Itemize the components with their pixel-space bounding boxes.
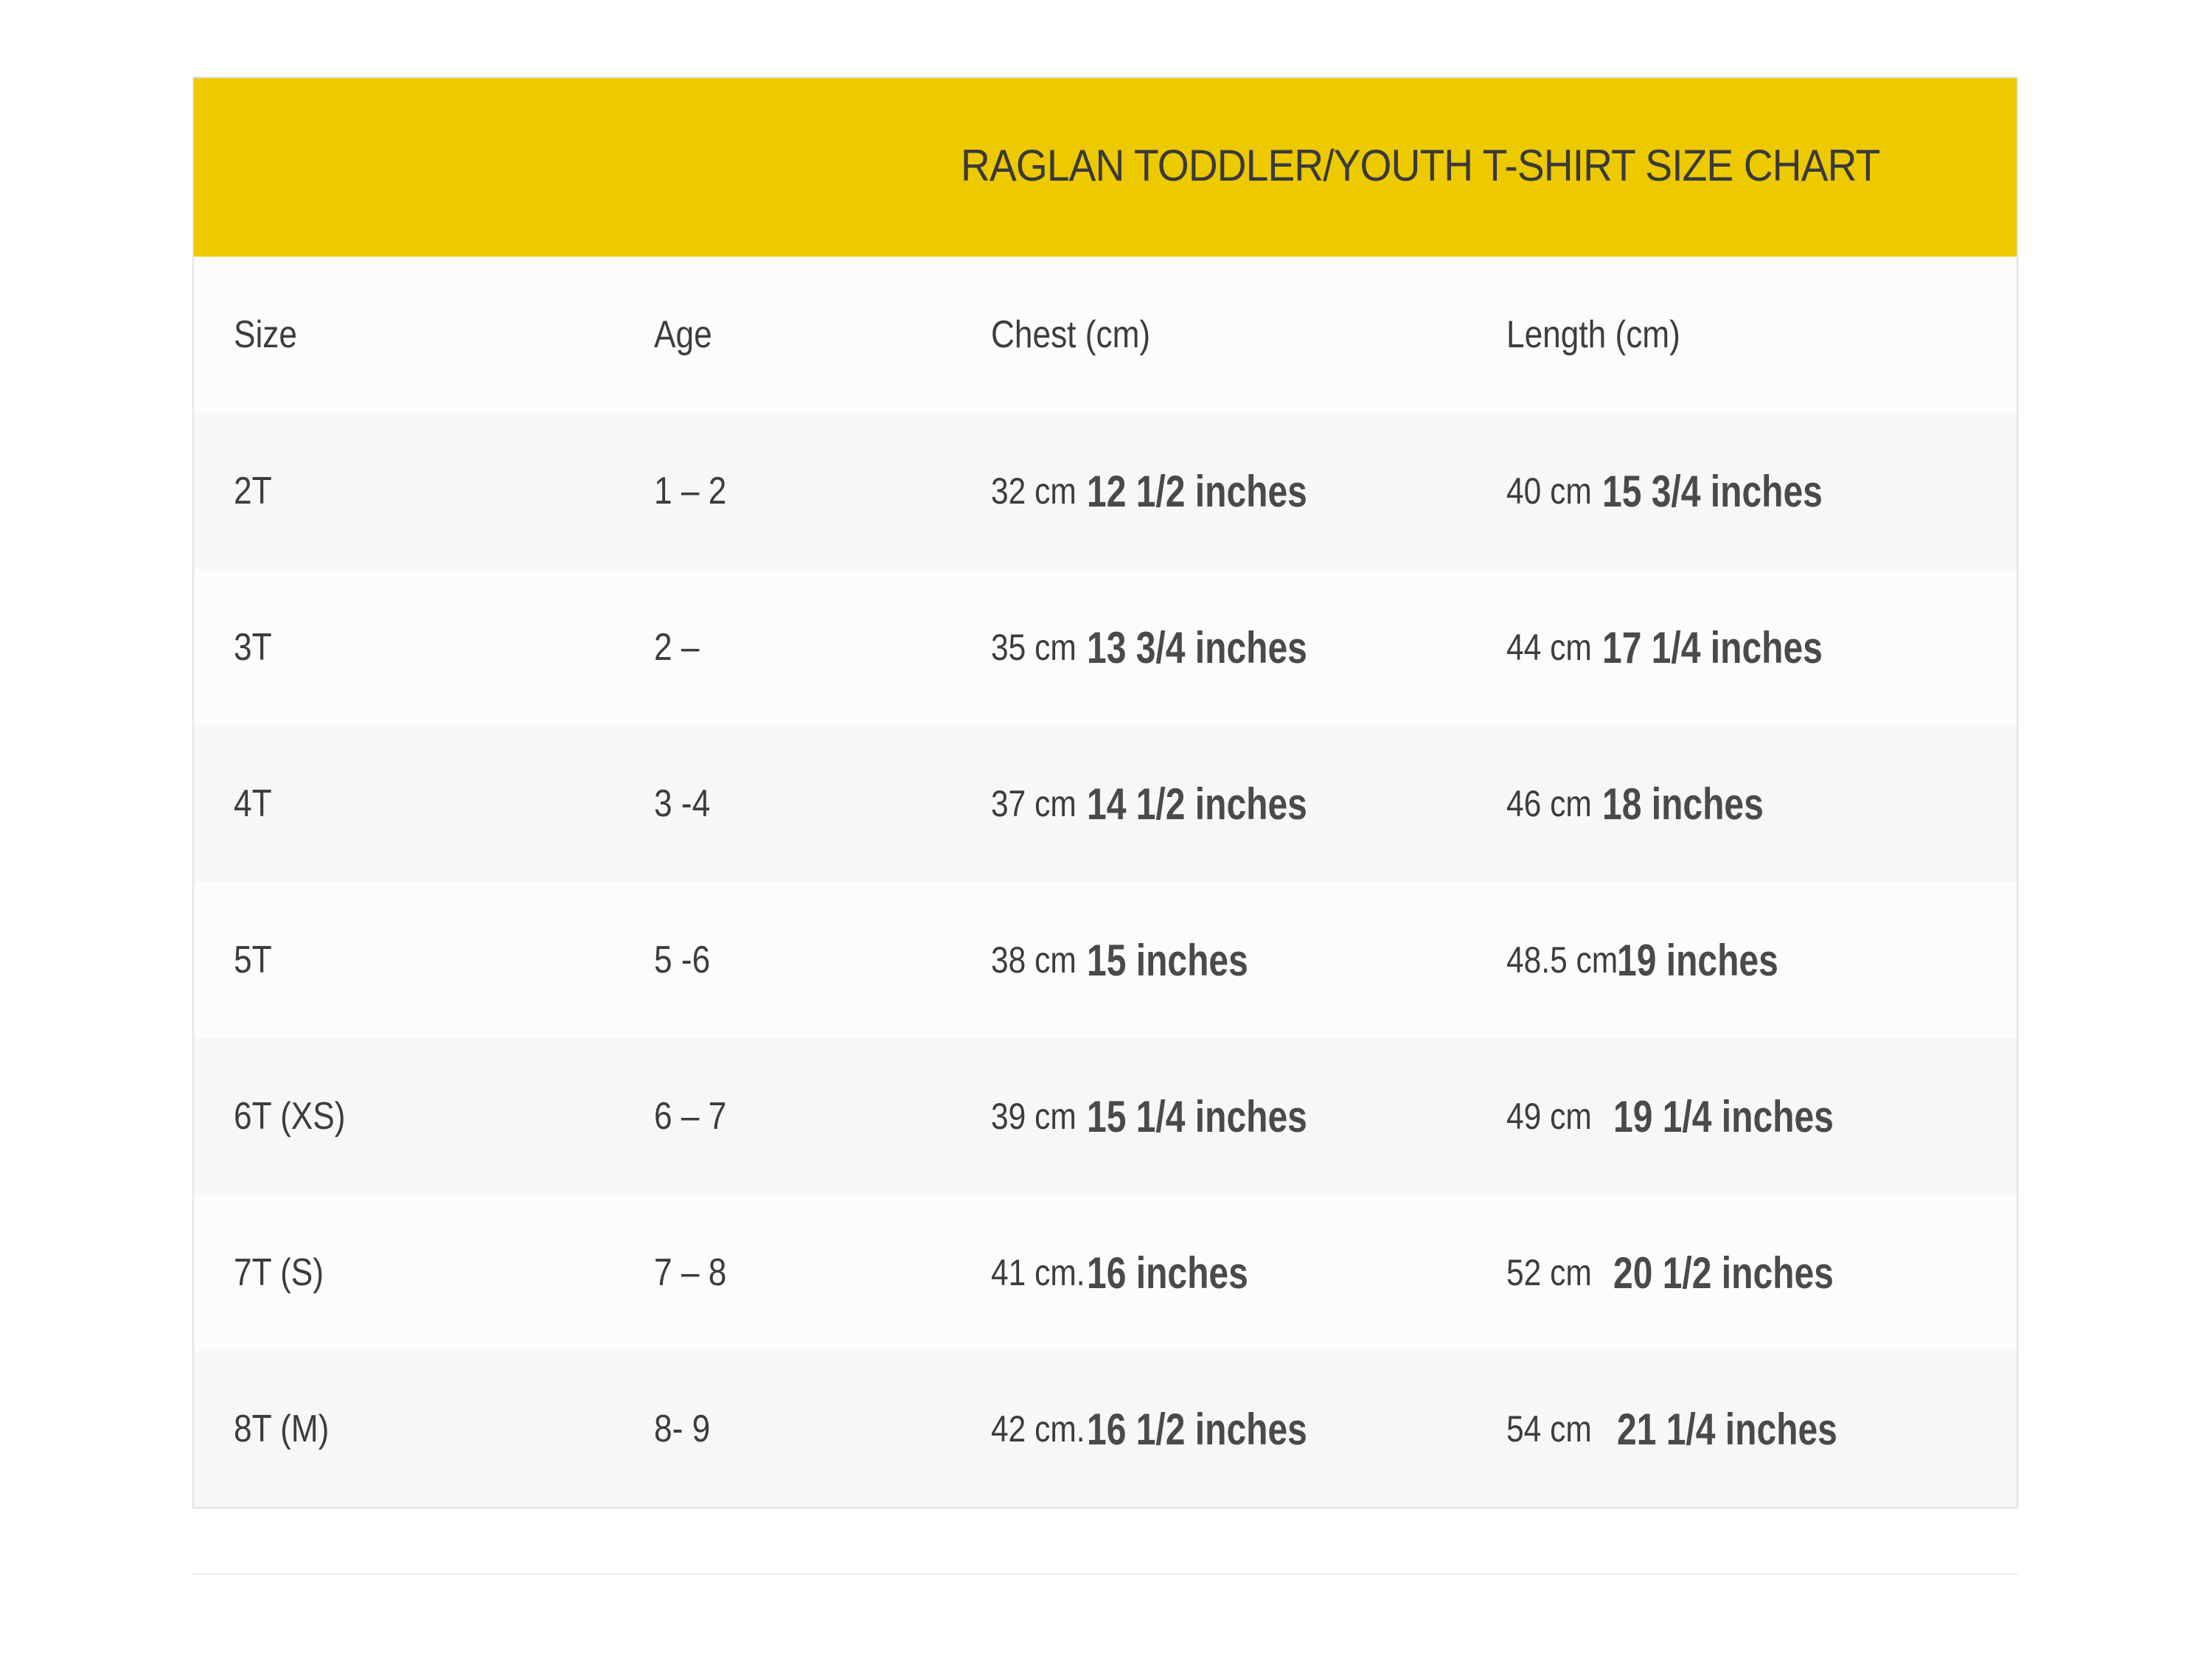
size-cell: 2T xyxy=(234,470,272,512)
age-cell: 5 -6 xyxy=(654,939,711,981)
table-row: 7T (S) 7 – 8 41 cm. 16 inches 52 cm 20 1/2… xyxy=(194,1194,2017,1351)
chest-inches-cell: 15 1/4 inches xyxy=(1087,1091,1307,1141)
age-cell: 2 – xyxy=(654,626,700,669)
size-cell: 6T (XS) xyxy=(234,1095,346,1138)
footer-divider xyxy=(192,1573,2018,1575)
length-inches-cell: 19 inches xyxy=(1617,935,1778,985)
age-cell: 3 -4 xyxy=(654,782,711,825)
chest-inches-cell: 14 1/2 inches xyxy=(1087,779,1307,829)
size-cell: 4T xyxy=(234,782,272,825)
chest-cm-cell: 37 cm xyxy=(991,783,1077,824)
table-row: 4T 3 -4 37 cm 14 1/2 inches 46 cm 18 inche… xyxy=(194,726,2017,882)
length-inches-cell: 19 1/4 inches xyxy=(1613,1091,1834,1141)
length-inches-cell: 20 1/2 inches xyxy=(1613,1248,1834,1298)
table-row: 8T (M) 8- 9 42 cm. 16 1/2 inches 54 cm 21 … xyxy=(194,1351,2017,1507)
length-inches-cell: 17 1/4 inches xyxy=(1602,622,1823,672)
length-cm-cell: 52 cm xyxy=(1506,1252,1592,1293)
length-cm-cell: 49 cm xyxy=(1506,1096,1592,1137)
title-band: RAGLAN TODDLER/YOUTH T-SHIRT SIZE CHART xyxy=(194,78,2017,257)
chest-cm-cell: 32 cm xyxy=(991,470,1077,512)
size-cell: 5T xyxy=(234,939,272,981)
size-cell: 8T (M) xyxy=(234,1408,330,1450)
size-cell: 7T (S) xyxy=(234,1251,324,1294)
age-cell: 1 – 2 xyxy=(654,470,727,512)
table-row: 2T 1 – 2 32 cm 12 1/2 inches 40 cm 15 3/4 … xyxy=(194,413,2017,569)
length-inches-cell: 15 3/4 inches xyxy=(1602,466,1823,516)
age-cell: 7 – 8 xyxy=(654,1251,727,1294)
size-chart-table: RAGLAN TODDLER/YOUTH T-SHIRT SIZE CHART … xyxy=(192,77,2018,1509)
chest-inches-cell: 16 inches xyxy=(1087,1248,1248,1298)
column-header-size: Size xyxy=(234,313,297,356)
length-cm-cell: 54 cm xyxy=(1506,1408,1592,1450)
length-cm-cell: 44 cm xyxy=(1506,627,1592,668)
chest-cm-cell: 38 cm xyxy=(991,939,1077,981)
chest-cm-cell: 42 cm. xyxy=(991,1408,1085,1450)
age-cell: 8- 9 xyxy=(654,1408,711,1450)
chart-title: RAGLAN TODDLER/YOUTH T-SHIRT SIZE CHART xyxy=(961,141,1880,190)
chest-cm-cell: 41 cm. xyxy=(991,1252,1085,1293)
table-row: 3T 2 – 35 cm 13 3/4 inches 44 cm 17 1/4 in… xyxy=(194,569,2017,726)
length-cm-cell: 46 cm xyxy=(1506,783,1592,824)
length-inches-cell: 18 inches xyxy=(1602,779,1764,829)
chest-inches-cell: 16 1/2 inches xyxy=(1087,1404,1307,1454)
table-row: 6T (XS) 6 – 7 39 cm 15 1/4 inches 49 cm 19… xyxy=(194,1038,2017,1194)
column-header-length: Length (cm) xyxy=(1506,313,1680,356)
header-row: Size Age Chest (cm) Length (cm) xyxy=(194,257,2017,413)
chest-cm-cell: 39 cm xyxy=(991,1096,1077,1137)
chest-inches-cell: 13 3/4 inches xyxy=(1087,622,1307,672)
column-header-chest: Chest (cm) xyxy=(991,313,1151,356)
length-cm-cell: 48.5 cm xyxy=(1506,939,1618,981)
age-cell: 6 – 7 xyxy=(654,1095,727,1138)
table-row: 5T 5 -6 38 cm 15 inches 48.5 cm 19 inches xyxy=(194,882,2017,1038)
chest-cm-cell: 35 cm xyxy=(991,627,1077,668)
chest-inches-cell: 15 inches xyxy=(1087,935,1248,985)
length-cm-cell: 40 cm xyxy=(1506,470,1592,512)
size-cell: 3T xyxy=(234,626,272,669)
column-header-age: Age xyxy=(654,313,712,356)
chest-inches-cell: 12 1/2 inches xyxy=(1087,466,1307,516)
length-inches-cell: 21 1/4 inches xyxy=(1617,1404,1837,1454)
